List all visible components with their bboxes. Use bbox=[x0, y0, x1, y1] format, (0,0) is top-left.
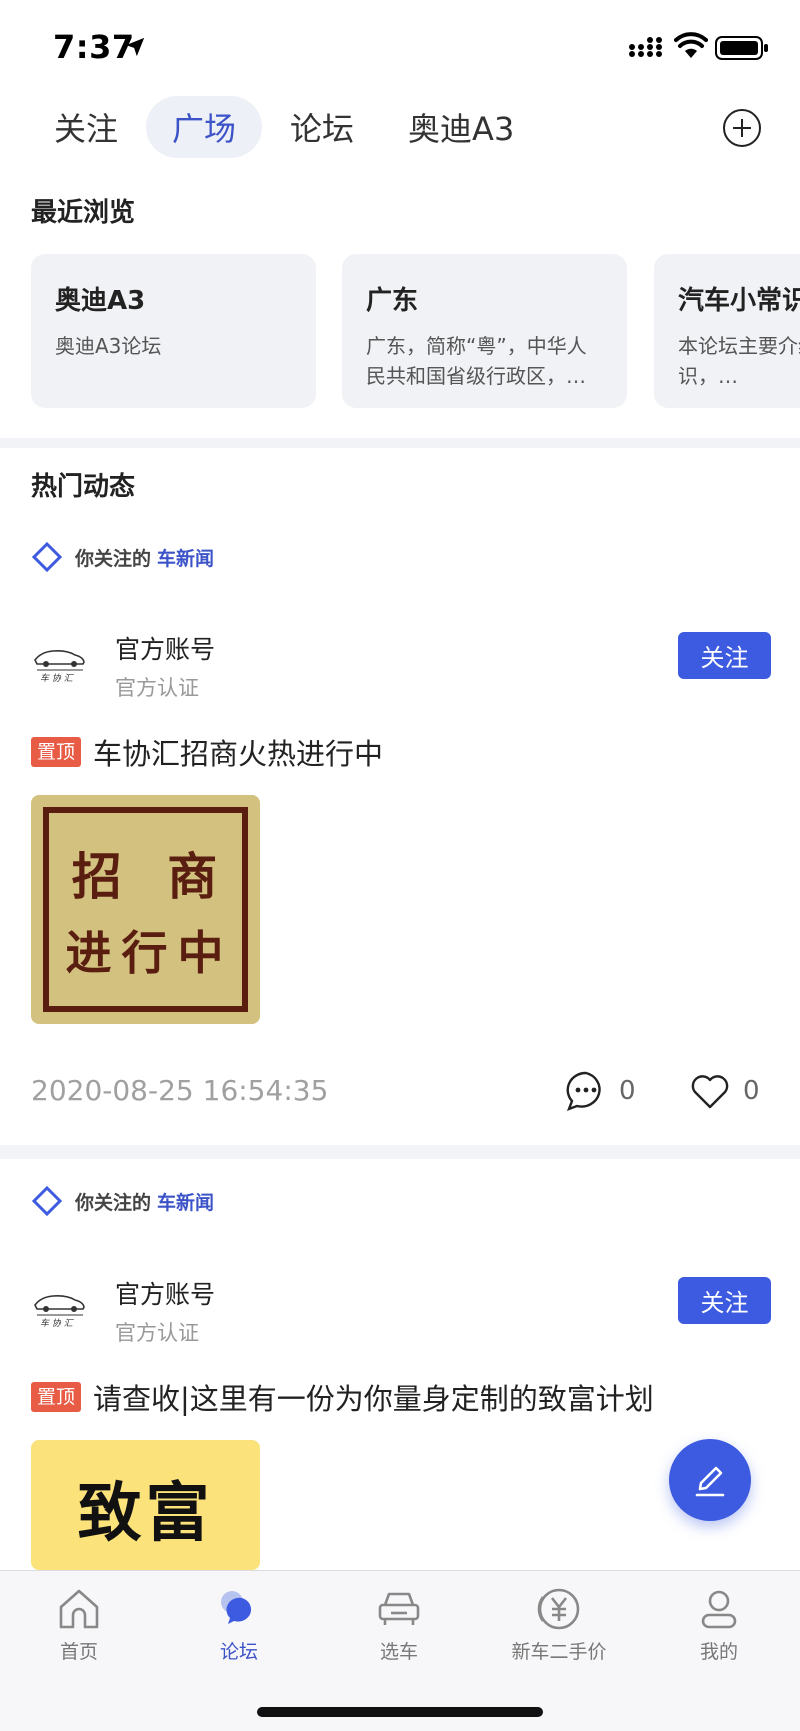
recent-list: 奥迪A3 奥迪A3论坛 广东 广东，简称“粤”，中华人民共和国省级行政区，… 汽… bbox=[31, 254, 800, 408]
profile-icon bbox=[701, 1590, 737, 1629]
svg-text:车 协 汇: 车 协 汇 bbox=[40, 673, 75, 684]
nav-item-forum[interactable]: 论坛 bbox=[179, 1585, 299, 1664]
tab-forum[interactable]: 论坛 bbox=[264, 96, 380, 158]
home-icon bbox=[59, 1589, 99, 1629]
tab-square[interactable]: 广场 bbox=[146, 96, 263, 158]
follow-button[interactable]: 关注 bbox=[678, 632, 771, 679]
recent-card-desc: 本论坛主要介绍车的小常识，… bbox=[678, 334, 800, 388]
author-name[interactable]: 官方账号 bbox=[115, 630, 215, 666]
home-indicator bbox=[257, 1707, 543, 1717]
follow-button[interactable]: 关注 bbox=[678, 1277, 771, 1324]
post-image[interactable]: 招 商 进行中 bbox=[31, 795, 260, 1024]
post-image[interactable]: 致富 bbox=[31, 1440, 260, 1570]
image-text: 致富 bbox=[77, 1476, 214, 1551]
svg-text:车 协 汇: 车 协 汇 bbox=[40, 1318, 75, 1329]
nav-label: 新车二手价 bbox=[511, 1641, 607, 1663]
comment-icon[interactable] bbox=[565, 1070, 607, 1112]
image-text-line2: 进行中 bbox=[65, 926, 234, 980]
post-divider bbox=[0, 1145, 800, 1159]
recent-card-title: 奥迪A3 bbox=[55, 286, 146, 316]
recent-card-desc: 广东，简称“粤”，中华人民共和国省级行政区，… bbox=[366, 334, 587, 388]
top-tabs: 关注 广场 论坛 奥迪A3 bbox=[30, 96, 542, 158]
pinned-badge: 置顶 bbox=[31, 1382, 82, 1412]
recent-card[interactable]: 汽车小常识 本论坛主要介绍车的小常识，… bbox=[654, 254, 800, 408]
price-icon bbox=[537, 1588, 580, 1630]
recent-section-title: 最近浏览 bbox=[31, 198, 136, 228]
post-title-text: 请查收|这里有一份为你量身定制的致富计划 bbox=[93, 1382, 654, 1416]
location-arrow-icon bbox=[125, 37, 145, 57]
tab-audi-a3[interactable]: 奥迪A3 bbox=[382, 96, 540, 158]
nav-label: 首页 bbox=[59, 1641, 98, 1663]
nav-item-profile[interactable]: 我的 bbox=[659, 1585, 779, 1664]
diamond-icon bbox=[31, 541, 63, 573]
recent-card-title: 广东 bbox=[366, 286, 419, 316]
nav-item-car[interactable]: 选车 bbox=[339, 1585, 459, 1664]
tab-follow[interactable]: 关注 bbox=[30, 96, 144, 158]
follow-source-tag: 你关注的 车新闻 bbox=[31, 539, 214, 575]
compose-button[interactable] bbox=[669, 1439, 751, 1521]
follow-source-link[interactable]: 车新闻 bbox=[157, 1188, 214, 1215]
post-title[interactable]: 置顶 请查收|这里有一份为你量身定制的致富计划 bbox=[31, 1376, 654, 1418]
hot-section-title: 热门动态 bbox=[31, 472, 136, 502]
author-verify: 官方认证 bbox=[115, 676, 199, 700]
post-meta: 2020-08-25 16:54:35 0 0 bbox=[31, 1070, 771, 1114]
recent-card-title: 汽车小常识 bbox=[678, 286, 800, 316]
nav-label: 论坛 bbox=[219, 1641, 258, 1663]
edit-pencil-icon bbox=[695, 1466, 725, 1497]
follow-source-prefix: 你关注的 bbox=[75, 547, 152, 570]
status-time: 7:37 bbox=[53, 28, 135, 66]
forum-icon bbox=[221, 1591, 252, 1624]
post-title[interactable]: 置顶 车协汇招商火热进行中 bbox=[31, 731, 383, 773]
pinned-badge: 置顶 bbox=[31, 737, 82, 767]
follow-source-link[interactable]: 车新闻 bbox=[157, 544, 214, 571]
battery-icon bbox=[715, 36, 768, 60]
section-divider bbox=[0, 438, 800, 448]
car-logo-avatar[interactable]: 车 协 汇 bbox=[31, 1285, 87, 1329]
recent-card[interactable]: 奥迪A3 奥迪A3论坛 bbox=[31, 254, 316, 408]
post-author: 车 协 汇 官方账号 官方认证 关注 bbox=[31, 1275, 771, 1345]
nav-item-price[interactable]: 新车二手价 bbox=[499, 1585, 619, 1664]
author-verify: 官方认证 bbox=[115, 1321, 199, 1345]
car-icon bbox=[378, 1592, 420, 1625]
nav-label: 我的 bbox=[699, 1641, 738, 1663]
recent-card-desc: 奥迪A3论坛 bbox=[55, 334, 162, 358]
wifi-icon bbox=[674, 32, 708, 58]
cellular-signal-icon bbox=[629, 37, 662, 57]
status-bar: 7:37 bbox=[0, 0, 800, 92]
nav-item-home[interactable]: 首页 bbox=[19, 1585, 139, 1664]
car-logo-avatar[interactable]: 车 协 汇 bbox=[31, 640, 87, 684]
comment-count: 0 bbox=[619, 1076, 636, 1106]
recent-card[interactable]: 广东 广东，简称“粤”，中华人民共和国省级行政区，… bbox=[342, 254, 627, 408]
nav-label: 选车 bbox=[379, 1641, 418, 1663]
post-time: 2020-08-25 16:54:35 bbox=[31, 1074, 329, 1107]
follow-source-prefix: 你关注的 bbox=[75, 1191, 152, 1214]
add-tab-icon[interactable] bbox=[722, 108, 762, 148]
image-text-line1: 招 商 bbox=[71, 847, 232, 906]
heart-icon[interactable] bbox=[689, 1070, 731, 1112]
post-author: 车 协 汇 官方账号 官方认证 关注 bbox=[31, 630, 771, 700]
follow-source-tag: 你关注的 车新闻 bbox=[31, 1183, 214, 1219]
post-title-text: 车协汇招商火热进行中 bbox=[93, 737, 384, 771]
author-name[interactable]: 官方账号 bbox=[115, 1275, 215, 1311]
diamond-icon bbox=[31, 1185, 63, 1217]
like-count: 0 bbox=[743, 1076, 760, 1106]
